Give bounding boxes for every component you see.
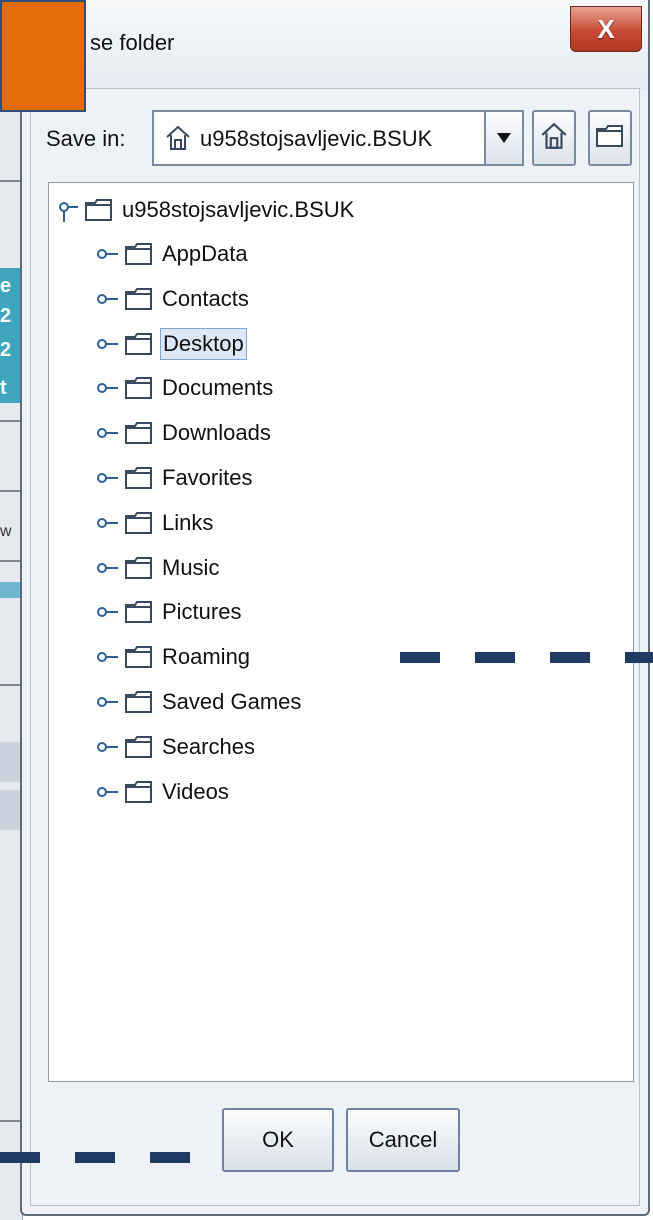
chevron-down-icon[interactable] — [484, 112, 522, 164]
annotation-dash — [400, 652, 440, 663]
tree-handle-icon[interactable] — [96, 692, 120, 712]
annotation-dash — [75, 1152, 115, 1163]
tree-node-label: u958stojsavljevic.BSUK — [122, 197, 355, 222]
cancel-button[interactable]: Cancel — [346, 1108, 460, 1172]
tree-node-label: Downloads — [162, 420, 271, 445]
tree-handle-icon[interactable] — [96, 244, 120, 264]
tree-node[interactable]: Contacts — [96, 279, 251, 319]
annotation-dash — [0, 1152, 40, 1163]
folder-icon — [124, 690, 154, 714]
tree-handle-icon[interactable] — [96, 737, 120, 757]
tree-handle-icon[interactable] — [96, 602, 120, 622]
folder-icon — [124, 466, 154, 490]
background-divider — [0, 490, 20, 492]
folder-icon — [124, 332, 154, 356]
background-highlight-cell — [0, 742, 20, 782]
tree-handle-icon[interactable] — [96, 468, 120, 488]
annotation-dash — [550, 652, 590, 663]
save-in-combobox[interactable]: u958stojsavljevic.BSUK — [152, 110, 524, 166]
tree-node-label: Saved Games — [162, 689, 302, 714]
folder-icon — [124, 421, 154, 445]
background-divider — [0, 1120, 20, 1122]
tree-node-label: Roaming — [162, 644, 251, 669]
tree-node[interactable]: Favorites — [96, 458, 254, 498]
tree-node-label: Contacts — [162, 286, 249, 311]
annotation-dash — [475, 652, 515, 663]
tree-handle-icon[interactable] — [96, 378, 120, 398]
tree-handle-icon[interactable] — [96, 647, 120, 667]
new-folder-button[interactable] — [588, 110, 632, 166]
background-text-fragment: t — [0, 377, 7, 399]
tree-node[interactable]: Downloads — [96, 413, 273, 453]
tree-node-label: Documents — [162, 375, 274, 400]
background-highlight-cell — [0, 582, 20, 598]
tree-node[interactable]: Pictures — [96, 592, 243, 632]
save-in-value: u958stojsavljevic.BSUK — [200, 126, 433, 151]
tree-node-label: Music — [162, 555, 220, 580]
tree-handle-icon[interactable] — [96, 334, 120, 354]
folder-icon — [124, 242, 154, 266]
annotation-dash — [150, 1152, 190, 1163]
close-button[interactable]: X — [570, 6, 642, 52]
background-text-fragment: e — [0, 275, 12, 297]
tree-node-label: Favorites — [162, 465, 253, 490]
home-icon — [164, 124, 192, 157]
ok-button[interactable]: OK — [222, 1108, 334, 1172]
tree-node-label: Links — [162, 510, 214, 535]
tree-node[interactable]: Documents — [96, 368, 275, 408]
tree-node-label: Pictures — [162, 599, 242, 624]
folder-icon — [124, 645, 154, 669]
folder-icon — [124, 600, 154, 624]
tree-handle-icon[interactable] — [56, 200, 80, 222]
folder-icon — [84, 198, 114, 222]
tree-handle-icon[interactable] — [96, 782, 120, 802]
background-divider — [0, 180, 20, 182]
tree-node[interactable]: Videos — [96, 772, 231, 812]
dialog-title: se folder — [90, 30, 175, 55]
tree-node[interactable]: Music — [96, 548, 221, 588]
tree-node[interactable]: AppData — [96, 234, 250, 274]
background-text-fragment: 2 — [0, 305, 12, 327]
background-divider — [0, 560, 20, 562]
save-in-label: Save in: — [46, 126, 126, 151]
tree-node[interactable]: Links — [96, 503, 215, 543]
tree-handle-icon[interactable] — [96, 513, 120, 533]
tree-node[interactable]: Roaming — [96, 637, 252, 677]
home-icon — [539, 121, 569, 156]
tree-node[interactable]: Searches — [96, 727, 257, 767]
folder-icon — [124, 287, 154, 311]
tree-node-label: Videos — [162, 779, 229, 804]
folder-icon — [124, 511, 154, 535]
tree-handle-icon[interactable] — [96, 423, 120, 443]
tree-node-root[interactable]: u958stojsavljevic.BSUK — [56, 190, 356, 230]
background-divider — [0, 684, 20, 686]
tree-node-label: Desktop — [160, 328, 247, 360]
annotation-dash — [625, 652, 653, 663]
background-text-fragment: 2 — [0, 339, 12, 361]
folder-icon — [124, 735, 154, 759]
folder-icon — [124, 556, 154, 580]
tree-node-label: Searches — [162, 734, 255, 759]
dialog-titlebar[interactable]: se folder X — [22, 0, 648, 90]
background-divider — [0, 420, 20, 422]
tree-node[interactable]: Saved Games — [96, 682, 303, 722]
tree-node[interactable]: Desktop — [96, 324, 247, 364]
tree-handle-icon[interactable] — [96, 289, 120, 309]
new-folder-icon — [595, 123, 625, 154]
close-icon: X — [597, 13, 615, 44]
tree-handle-icon[interactable] — [96, 558, 120, 578]
folder-icon — [124, 376, 154, 400]
background-highlight-cell — [0, 790, 20, 830]
home-button[interactable] — [532, 110, 576, 166]
folder-icon — [124, 780, 154, 804]
tree-node-label: AppData — [162, 241, 248, 266]
background-text-fragment: w — [0, 523, 12, 540]
annotation-orange-box — [0, 0, 86, 112]
